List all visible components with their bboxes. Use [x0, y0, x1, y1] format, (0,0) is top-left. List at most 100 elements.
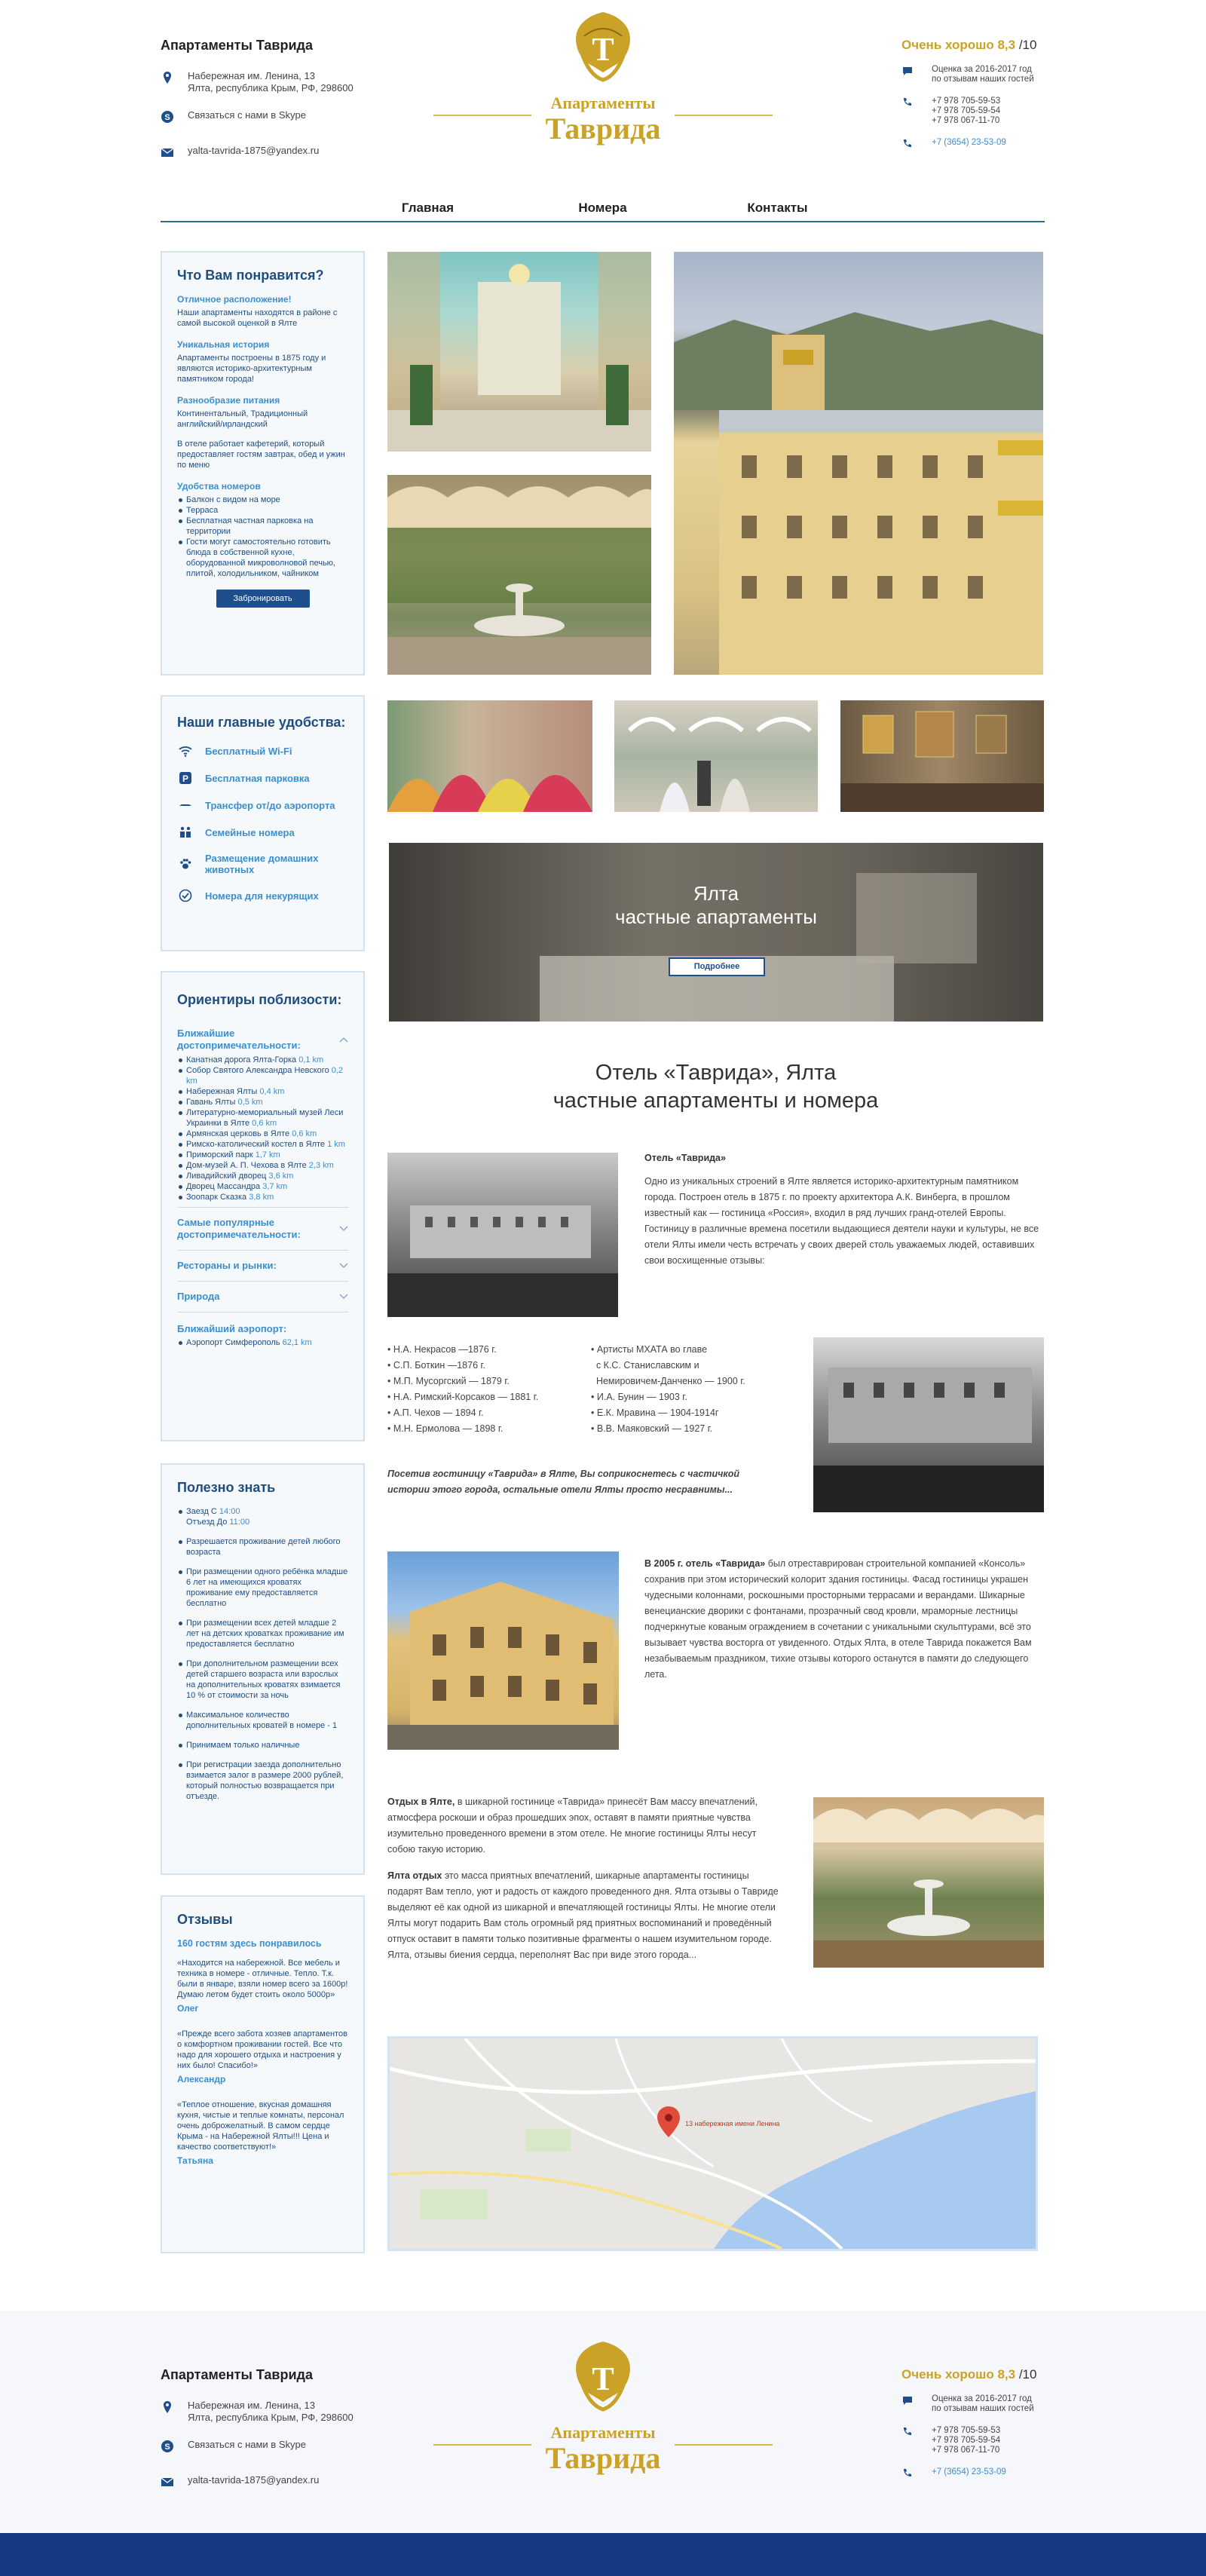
parking-icon: P	[179, 772, 191, 784]
address-line1: Набережная им. Ленина, 13	[188, 70, 315, 81]
text-p3: Отдых в Ялте, в шикарной гостинице «Тавр…	[387, 1796, 779, 1960]
list-item: • М.П. Мусоргский — 1879 г.	[387, 1376, 510, 1386]
city-phone[interactable]: +7 (3654) 23-53-09	[901, 138, 1045, 150]
useful-list: Заезд С 14:00 Отъезд До 11:00 Разрешается…	[177, 1506, 348, 1802]
amenities-title: Наши главные удобства:	[177, 715, 346, 730]
brand-title: Апартаменты Таврида	[161, 2367, 313, 2382]
list-item: Заезд С 14:00 Отъезд До 11:00	[177, 1506, 348, 1527]
amenity-nonsmoking: Номера для некурящих	[179, 889, 348, 902]
skype-link[interactable]: S Связаться с нами в Skype	[161, 109, 402, 124]
list-item: Балкон с видом на море	[177, 495, 348, 505]
likes-title: Что Вам понравится?	[177, 268, 324, 283]
photo-courtyard	[387, 475, 651, 675]
list-item: Немировичем-Данченко — 1900 г.	[595, 1376, 745, 1386]
dancers-art	[387, 775, 592, 812]
amenity-family: Семейные номера	[179, 825, 348, 839]
more-button[interactable]: Подробнее	[669, 957, 765, 976]
email-link[interactable]: yalta-tavrida-1875@yandex.ru	[161, 2474, 402, 2489]
list-item: Бесплатная частная парковка на территори…	[177, 516, 348, 537]
list-item: Дом-музей А. П. Чехова в Ялте 2,3 km	[177, 1160, 348, 1171]
nav-home[interactable]: Главная	[341, 196, 516, 221]
email-label: yalta-tavrida-1875@yandex.ru	[188, 145, 320, 156]
list-item: • С.П. Боткин —1876 г.	[387, 1360, 486, 1371]
rooms-list: Балкон с видом на море Терраса Бесплатна…	[177, 495, 348, 579]
list-item: Канатная дорога Ялта-Горка 0,1 km	[177, 1055, 348, 1065]
skype-link[interactable]: S Связаться с нами в Skype	[161, 2439, 402, 2453]
map[interactable]: 13 набережная имени Ленина	[387, 2036, 1038, 2251]
hero-banner: Ялта частные апартаменты Подробнее	[389, 843, 1043, 1022]
list-item: Разрешается проживание детей любого возр…	[177, 1536, 348, 1558]
transfer-icon	[179, 804, 191, 806]
contact-block: Апартаменты Таврида Набережная им. Ленин…	[161, 38, 402, 173]
wifi-icon	[179, 746, 192, 757]
phone-2: +7 978 705-59-54	[932, 106, 1001, 115]
footer-logo[interactable]: Т Апартаменты Таврида	[433, 2336, 773, 2486]
address-line2: Ялта, республика Крым, РФ, 298600	[188, 82, 354, 93]
patio-art	[813, 1809, 1044, 1968]
list-item: Аэропорт Симферополь 62,1 km	[177, 1337, 348, 1348]
rooms-heading: Удобства номеров	[177, 481, 261, 492]
mobile-phones[interactable]: +7 978 705-59-53 +7 978 705-59-54 +7 978 0…	[901, 2426, 1045, 2455]
useful-panel: Полезно знать Заезд С 14:00 Отъезд До 11:…	[161, 1463, 365, 1875]
logo[interactable]: Т Апартаменты Таврида	[433, 6, 773, 157]
book-button[interactable]: Забронировать	[216, 590, 310, 608]
mobile-phones[interactable]: +7 978 705-59-53 +7 978 705-59-54 +7 978 0…	[901, 96, 1045, 126]
svg-text:13 набережная имени Ленина: 13 набережная имени Ленина	[685, 2120, 779, 2127]
list-item: Зоопарк Сказка 3,8 km	[177, 1192, 348, 1202]
family-icon	[180, 826, 191, 838]
banner-art	[389, 843, 1043, 1022]
address: Набережная им. Ленина, 13 Ялта, республик…	[161, 70, 402, 94]
paw-icon	[180, 859, 191, 869]
footer-contacts: Апартаменты Таврида Набережная им. Ленин…	[161, 2342, 1045, 2518]
chat-icon	[903, 2397, 912, 2405]
review-quote: «Прежде всего забота хозяев апартаментов…	[177, 2029, 347, 2070]
skype-icon: S	[161, 2440, 173, 2452]
nature-accordion[interactable]: Природа	[177, 1282, 348, 1313]
text-p2: В 2005 г. отель «Таврида» был отреставри…	[644, 1558, 1032, 1680]
list-item: Принимаем только наличные	[177, 1740, 348, 1751]
reviews-panel: Отзывы 160 гостям здесь понравилось «Нах…	[161, 1895, 365, 2253]
amenity-parking: P Бесплатная парковка	[179, 771, 348, 785]
archive2-art	[813, 1368, 1044, 1512]
banner-title: Ялта частные апартаменты	[615, 882, 817, 928]
check-icon	[179, 889, 192, 902]
photo-lobby	[387, 252, 651, 452]
food-accordion[interactable]: Рестораны и рынки:	[177, 1251, 348, 1282]
amenity-wifi: Бесплатный Wi-Fi	[179, 744, 348, 758]
email-link[interactable]: yalta-tavrida-1875@yandex.ru	[161, 145, 402, 159]
rating: Очень хорошо 8,3 /10	[901, 2367, 1037, 2381]
phone-3: +7 978 067-11-70	[932, 116, 1000, 125]
svg-text:Таврида: Таврида	[546, 2441, 661, 2475]
photo-archive-2	[813, 1337, 1044, 1512]
svg-text:Апартаменты: Апартаменты	[551, 2423, 656, 2442]
city-phone[interactable]: +7 (3654) 23-53-09	[901, 2467, 1045, 2480]
nav-contacts[interactable]: Контакты	[690, 196, 865, 221]
guests-list-1: • Н.А. Некрасов —1876 г. • С.П. Боткин —…	[387, 1342, 583, 1437]
review-quote: «Находится на набережной. Все мебель и т…	[177, 1959, 348, 1999]
amenity-transfer: Трансфер от/до аэропорта	[179, 798, 348, 812]
list-item: Литературно-мемориальный музей Леси Укра…	[177, 1107, 348, 1129]
list-item: При размещении всех детей младше 2 лет н…	[177, 1618, 348, 1649]
sights-list: Канатная дорога Ялта-Горка 0,1 km Собор …	[177, 1055, 348, 1202]
list-item: Гавань Ялты 0,5 km	[177, 1097, 348, 1107]
brand-title: Апартаменты Таврида	[161, 38, 313, 53]
popular-accordion[interactable]: Самые популярные достопримечательности:	[177, 1207, 348, 1251]
amenity-pets: Размещение домашних животных	[179, 853, 348, 875]
svg-text:S: S	[164, 2443, 170, 2452]
interior-art	[840, 711, 1044, 812]
photo-interior	[840, 700, 1044, 812]
svg-text:S: S	[164, 113, 170, 122]
nav-rooms[interactable]: Номера	[516, 196, 690, 221]
section-title: Отель «Таврида», Ялта частные апартаменты…	[552, 1061, 879, 1113]
guests-list-2: • Артисты МХАТА во главе с К.С. Станисла…	[591, 1342, 787, 1437]
photo-archive-1	[387, 1153, 618, 1317]
list-item: Терраса	[177, 505, 348, 516]
airport-heading: Ближайший аэропорт:	[177, 1323, 287, 1334]
courtyard-art	[387, 486, 651, 675]
rating: Очень хорошо 8,3 /10	[901, 38, 1037, 52]
sights-accordion[interactable]: Ближайшие достопримечательности:	[177, 1018, 348, 1055]
phone-icon	[904, 2469, 911, 2476]
review-author: Александр	[177, 2074, 226, 2084]
phone-icon	[904, 98, 911, 106]
contact-block: Апартаменты Таврида Набережная им. Ленин…	[161, 2367, 402, 2502]
